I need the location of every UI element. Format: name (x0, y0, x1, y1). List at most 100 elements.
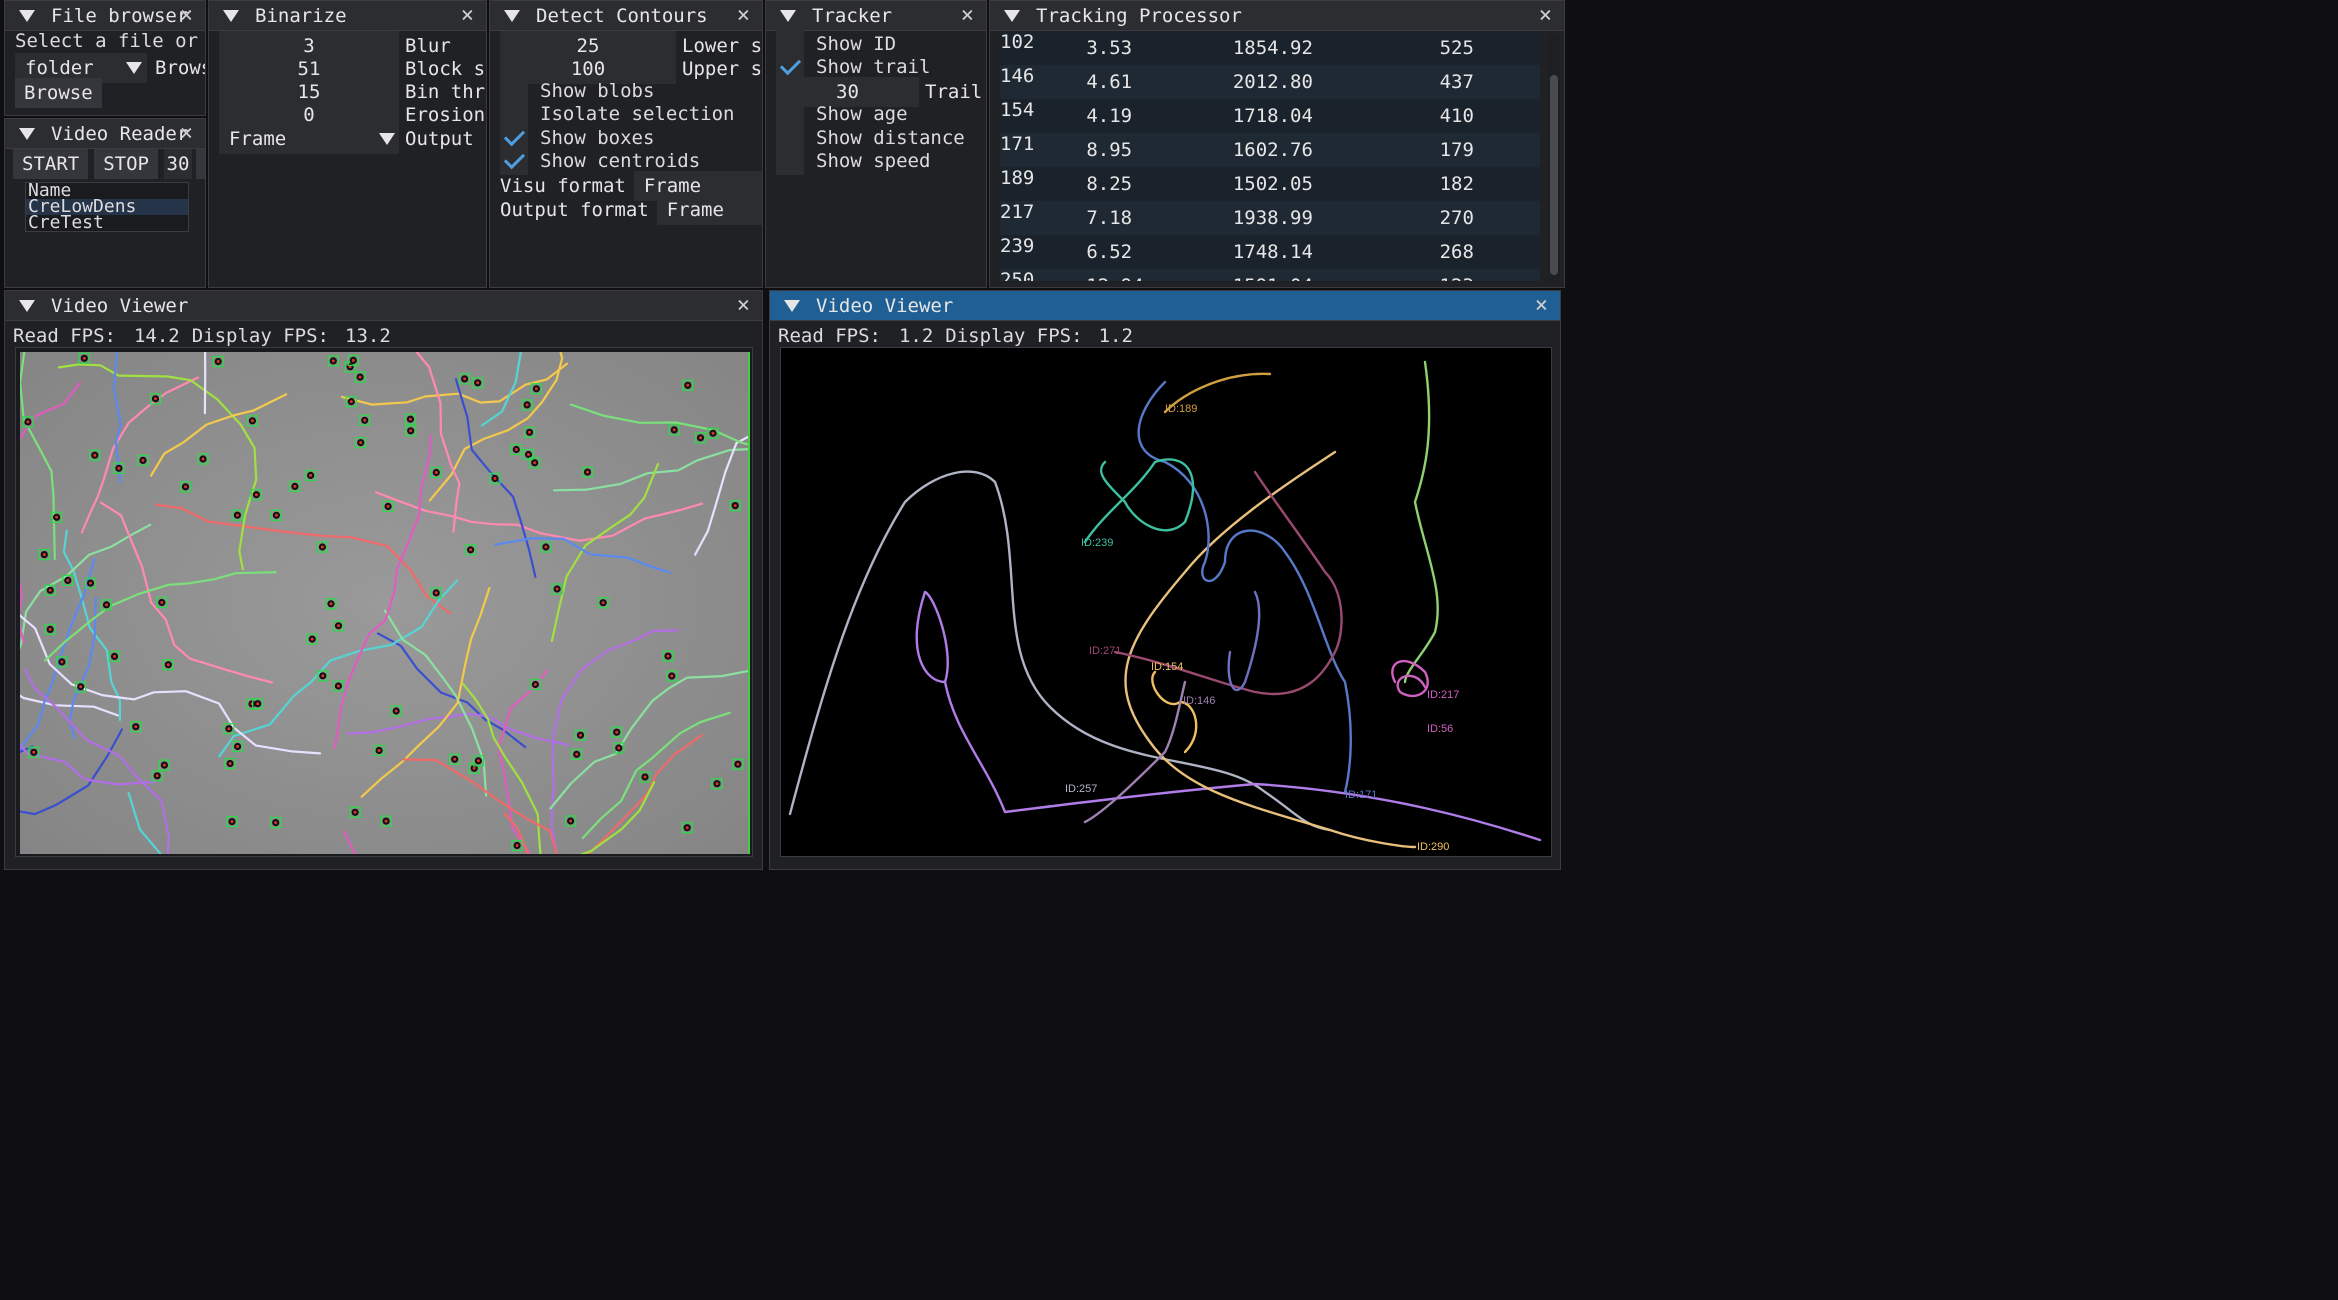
close-icon[interactable]: × (737, 3, 750, 29)
cell-centroid (353, 810, 357, 814)
start-button[interactable]: START (13, 149, 89, 179)
collapse-icon[interactable] (1004, 9, 1020, 22)
file-browser-titlebar[interactable]: File browser × (5, 1, 205, 31)
checkbox[interactable] (776, 147, 804, 175)
cell-centroid (274, 513, 278, 517)
stop-button[interactable]: STOP (94, 149, 158, 179)
output-label: Output (405, 128, 474, 150)
video-reader-titlebar[interactable]: Video Reader × (5, 119, 205, 149)
browser-label: Browser (155, 57, 205, 79)
output-select[interactable]: Frame (219, 124, 374, 154)
cell-centroid (274, 821, 278, 825)
binarize-window: Binarize × 3 Blur 51 Block size 15 Bin t… (208, 0, 487, 288)
close-icon[interactable]: × (461, 3, 474, 29)
table-cell: 2012.80 (1232, 71, 1313, 93)
table-row[interactable]: 217 7.18 1938.99 270 (1000, 201, 1540, 235)
cell-centroid (363, 418, 367, 422)
table-row[interactable]: 171 8.95 1602.76 179 (1000, 133, 1540, 167)
cell-centroid (331, 359, 335, 363)
track-id-label: ID:56 (1427, 723, 1453, 735)
cell-centroid (162, 763, 166, 767)
fps-input[interactable]: 30 (163, 149, 192, 179)
cell-centroid (48, 627, 52, 631)
collapse-icon[interactable] (780, 9, 796, 22)
cell-centroid (349, 400, 353, 404)
table-row[interactable]: 239 6.52 1748.14 268 (1000, 235, 1540, 269)
cell-centroid (227, 727, 231, 731)
cell-centroid (615, 730, 619, 734)
cell-centroid (321, 674, 325, 678)
video-viewer-titlebar[interactable]: Video Viewer × (770, 291, 1560, 321)
checkbox-label: Show distance (816, 127, 965, 149)
display-fps-value: 1.2 (1098, 325, 1133, 347)
table-row[interactable]: 146 4.61 2012.80 437 (1000, 65, 1540, 99)
cell-centroid (733, 504, 737, 508)
close-icon[interactable]: × (1539, 3, 1552, 29)
cell-centroid (555, 587, 559, 591)
track-id-label: ID:146 (1183, 695, 1215, 707)
checkbox-label: Show centroids (540, 150, 701, 172)
close-icon[interactable]: × (737, 293, 750, 319)
detect-contours-titlebar[interactable]: Detect Contours × (490, 1, 762, 31)
binarize-titlebar[interactable]: Binarize × (209, 1, 486, 31)
scrollbar[interactable] (1548, 35, 1560, 281)
collapse-icon[interactable] (19, 127, 35, 140)
table-row[interactable]: 250 12.941591.04123 (1000, 269, 1540, 281)
table-cell: 1502.05 (1232, 173, 1313, 195)
decrement-button[interactable]: - (195, 149, 205, 179)
list-item[interactable]: CreTest (26, 214, 188, 232)
select-arrow-button[interactable] (374, 124, 399, 154)
display-fps-label: Display FPS: (191, 325, 329, 347)
collapse-icon[interactable] (19, 299, 35, 312)
collapse-icon[interactable] (784, 299, 800, 312)
cell-centroid (359, 441, 363, 445)
table-row[interactable]: 102 3.53 1854.92 525 (1000, 31, 1540, 65)
close-icon[interactable]: × (180, 121, 193, 147)
collapse-icon[interactable] (19, 9, 35, 22)
video-frame[interactable] (20, 352, 750, 854)
cell-centroid (358, 375, 362, 379)
cell-centroid (336, 684, 340, 688)
window-title: Video Viewer (51, 294, 189, 317)
table-row[interactable]: 154 4.19 1718.04 410 (1000, 99, 1540, 133)
tracking-processor-window: Tracking Processor × 102 3.53 1854.92 525 14… (989, 0, 1565, 288)
read-fps-label: Read FPS: (13, 325, 116, 347)
cell-centroid (533, 683, 537, 686)
collapse-icon[interactable] (223, 9, 239, 22)
window-title: Video Reader (51, 122, 189, 145)
cell-centroid (230, 820, 234, 824)
checkbox-label: Show trail (816, 56, 931, 78)
video-viewer-titlebar[interactable]: Video Viewer × (5, 291, 762, 321)
close-icon[interactable]: × (1535, 293, 1548, 319)
track-visualization[interactable]: ID:189 ID:239 ID:271 ID:154 ID:146 ID:217 ID:5… (785, 352, 1547, 854)
scrollbar-thumb[interactable] (1550, 75, 1558, 275)
cell-centroid (329, 602, 333, 606)
cell-centroid (476, 759, 480, 763)
close-icon[interactable]: × (961, 3, 974, 29)
checkbox-label: Show blobs (540, 80, 655, 102)
tracker-titlebar[interactable]: Tracker × (766, 1, 986, 31)
cell-centroid (575, 752, 579, 756)
video-reader-window: Video Reader × START STOP 30 - + F Name … (4, 118, 206, 288)
cell-centroid (310, 637, 314, 641)
chevron-down-icon (126, 62, 142, 74)
read-fps-label: Read FPS: (778, 325, 881, 347)
table-cell: 8.25 (1086, 173, 1133, 195)
file-prompt: Select a file or folder (15, 30, 205, 52)
cell-centroid (527, 453, 530, 456)
collapse-icon[interactable] (504, 9, 520, 22)
select-arrow-button[interactable] (121, 53, 147, 83)
track-path (1137, 380, 1352, 794)
cell-centroid (544, 545, 548, 549)
cell-centroid (670, 674, 674, 678)
cell-centroid (476, 381, 480, 385)
table-cell: 171 (1000, 133, 1035, 155)
cell-centroid (337, 624, 340, 628)
browse-button[interactable]: Browse (15, 78, 102, 108)
close-icon[interactable]: × (180, 3, 193, 29)
output-format-input[interactable]: Frame (656, 195, 762, 225)
table-row[interactable]: 189 8.25 1502.05 182 (1000, 167, 1540, 201)
show-speed-checkbox[interactable]: Show speed (776, 147, 930, 175)
track-id-label: ID:271 (1089, 645, 1121, 657)
tracking-processor-titlebar[interactable]: Tracking Processor × (990, 1, 1564, 31)
